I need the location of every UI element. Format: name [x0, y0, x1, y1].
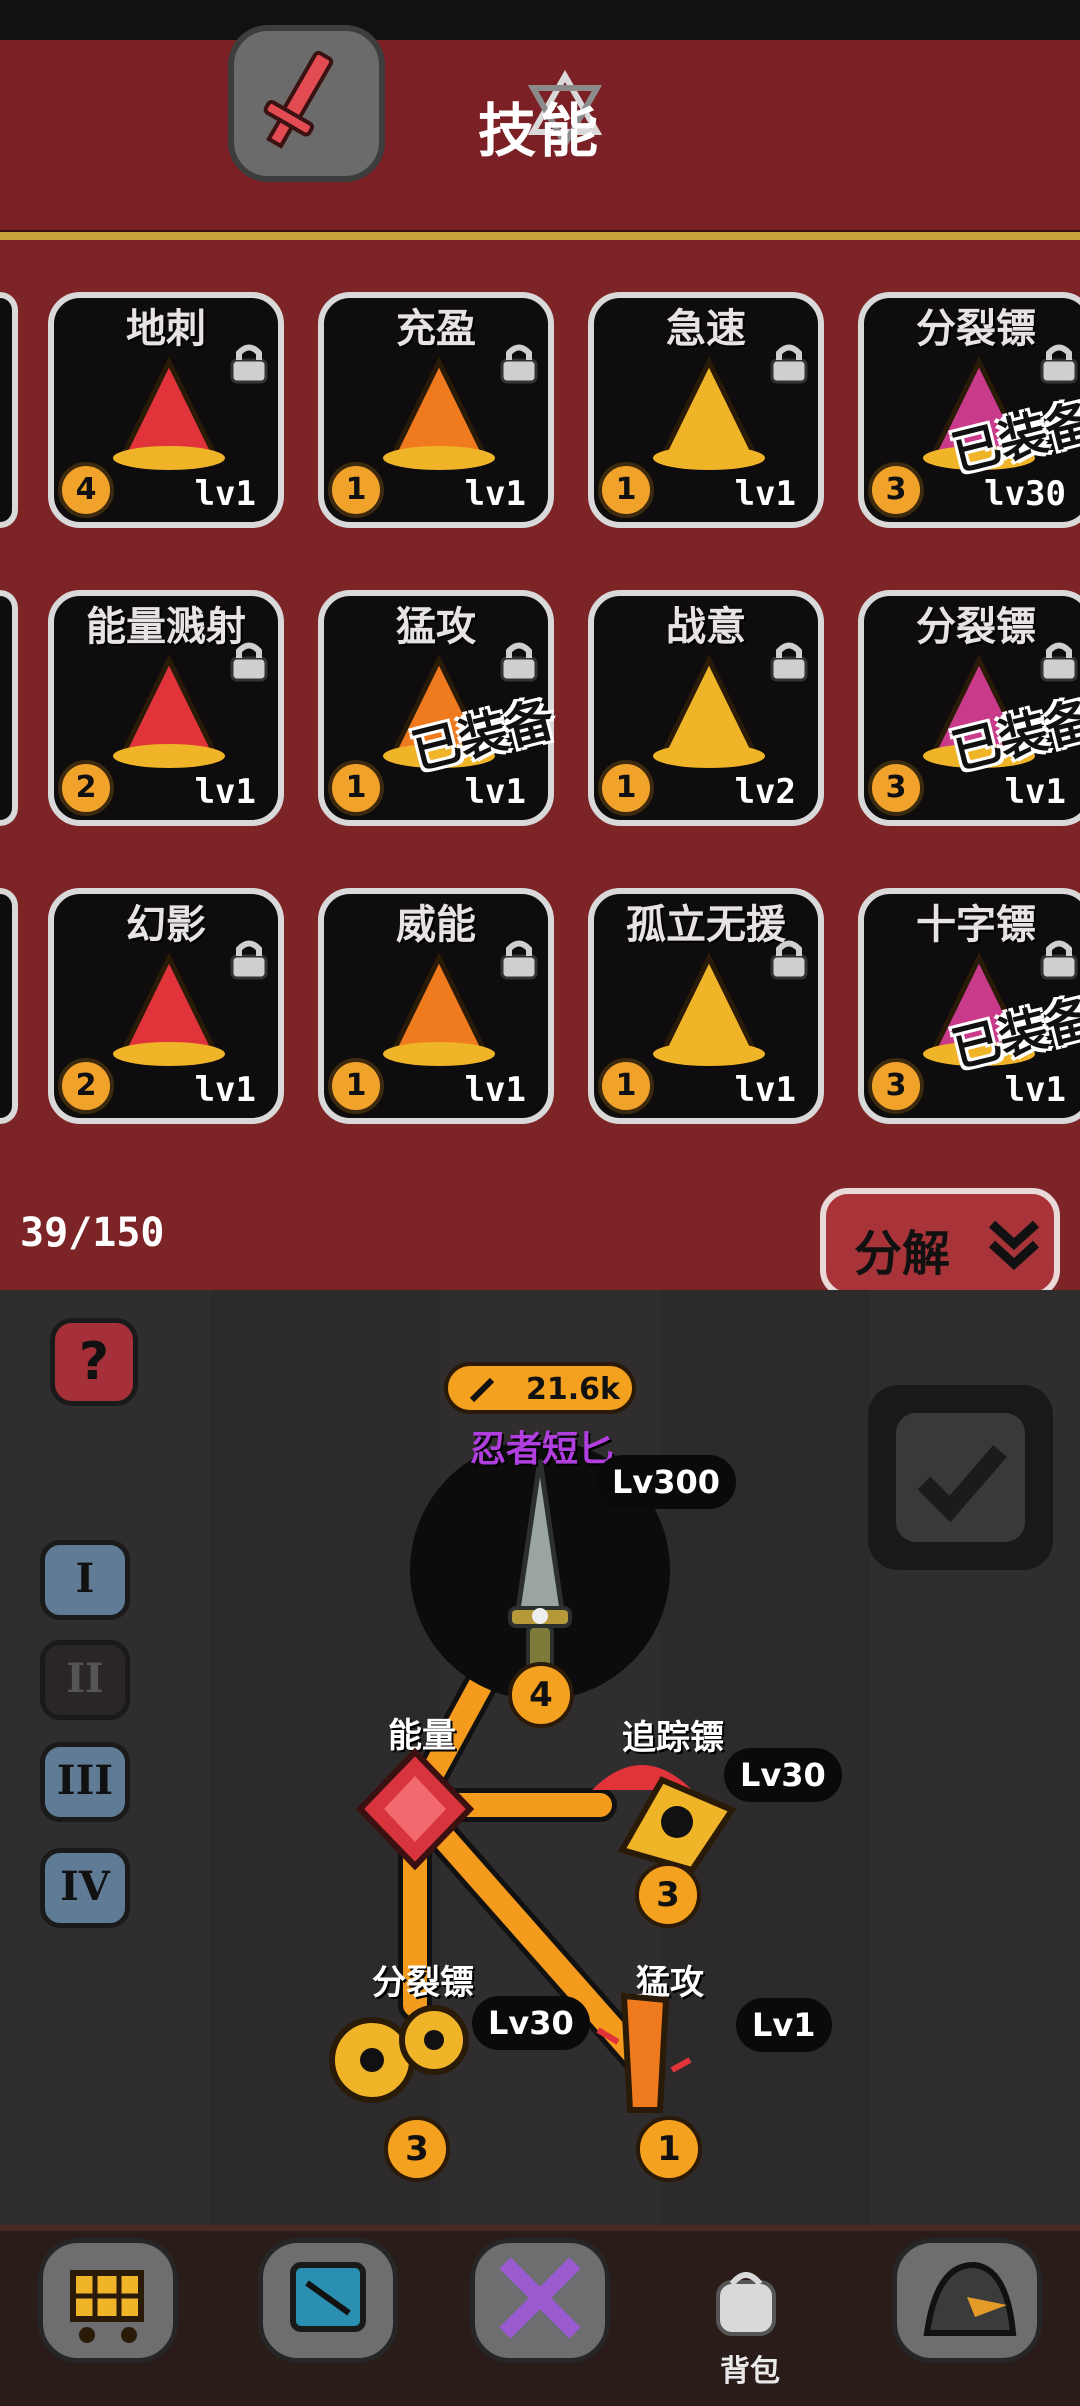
nav-shop[interactable]	[38, 2238, 178, 2363]
map-icon	[290, 2262, 366, 2332]
nav-skills[interactable]	[470, 2238, 610, 2363]
split-dart-count: 3	[384, 2116, 450, 2182]
tracking-dart-icon[interactable]	[572, 1750, 752, 1880]
assault-icon[interactable]	[590, 1990, 700, 2120]
nav-map[interactable]	[258, 2238, 398, 2363]
weapon-name: 忍者短匕	[470, 1429, 615, 1470]
hooded-character-icon	[923, 2261, 1017, 2336]
nav-character[interactable]	[892, 2238, 1042, 2363]
power-badge: 21.6k	[444, 1362, 636, 1414]
backpack-icon[interactable]	[706, 2262, 786, 2342]
energy-gem-icon[interactable]	[352, 1746, 478, 1872]
assault-level: Lv1	[736, 1998, 832, 2052]
nav-bag-label[interactable]: 背包	[720, 2346, 780, 2390]
split-dart-level: Lv30	[472, 1996, 590, 2050]
crossed-swords-icon	[499, 2257, 581, 2339]
power-value: 21.6k	[526, 1372, 620, 1407]
weapon-slot-count: 4	[508, 1662, 574, 1728]
split-dart-icon[interactable]	[322, 1990, 482, 2120]
cart-icon	[70, 2270, 144, 2343]
tracking-dart-count: 3	[635, 1862, 701, 1928]
sword-icon	[469, 1377, 495, 1403]
assault-count: 1	[636, 2116, 702, 2182]
weapon-level: Lv300	[596, 1455, 737, 1509]
